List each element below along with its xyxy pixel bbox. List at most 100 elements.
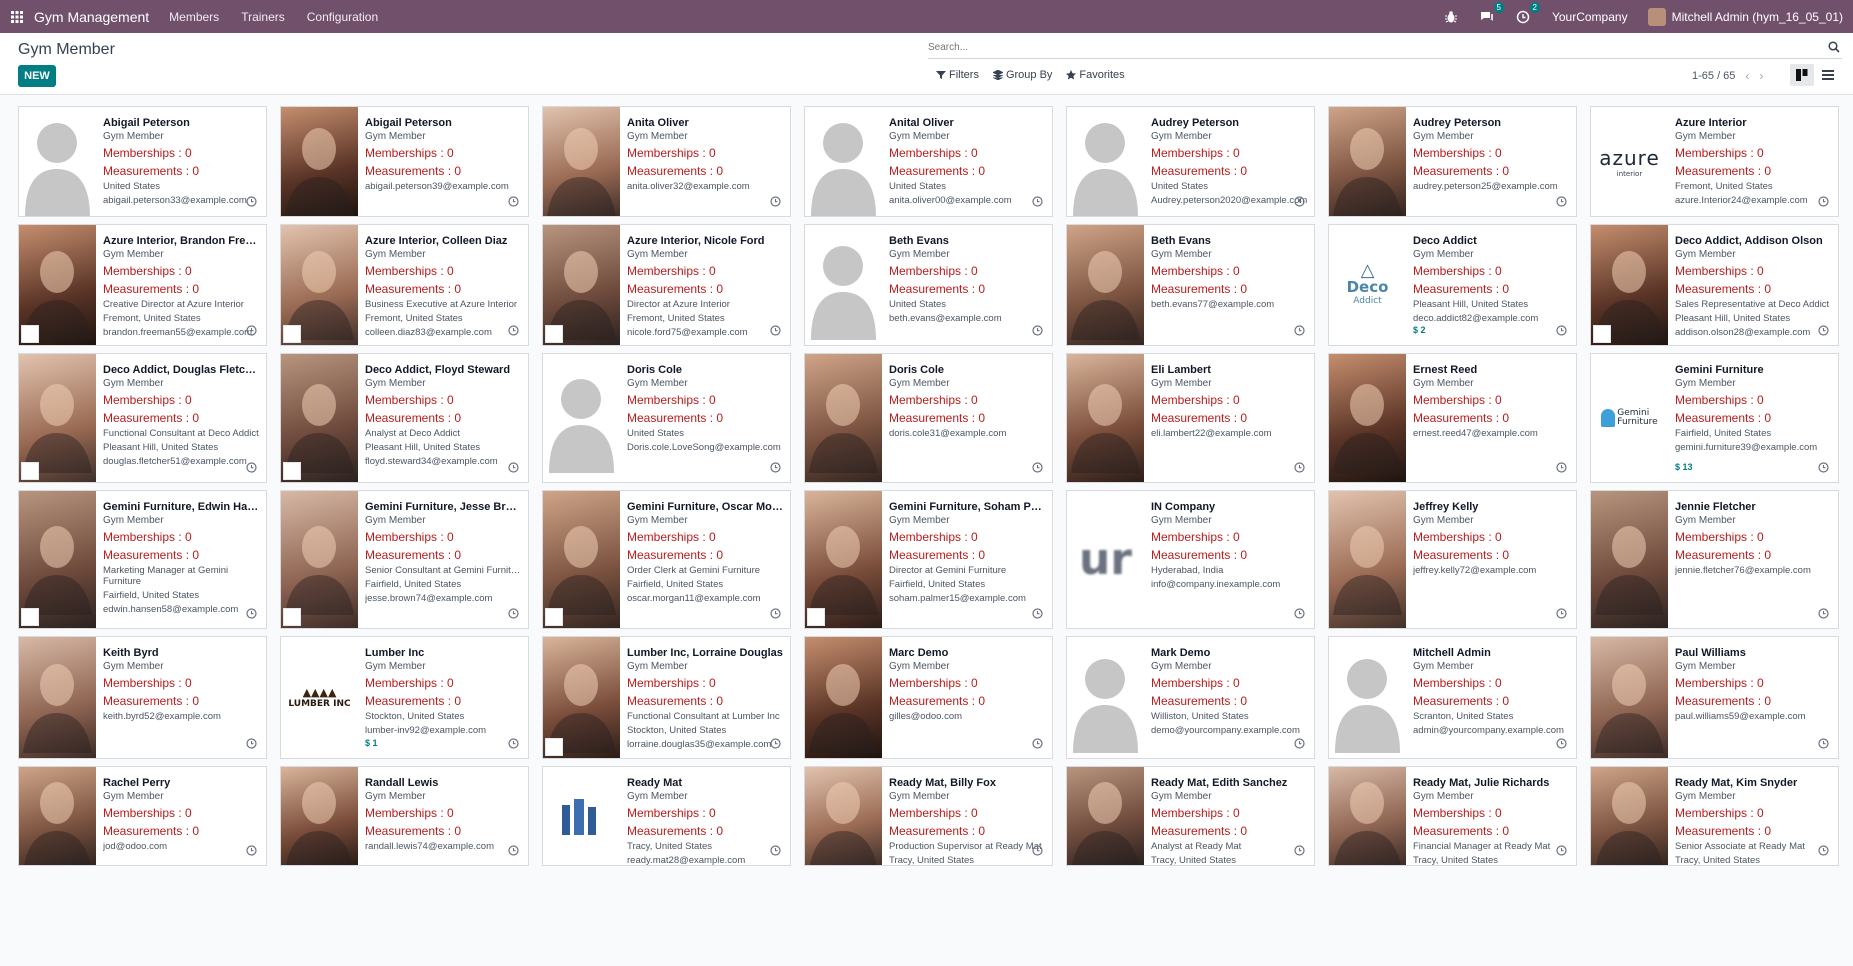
member-card[interactable]: Audrey Peterson Gym Member Memberships : 0… bbox=[1328, 106, 1577, 217]
measurements-count[interactable]: Measurements : 0 bbox=[627, 411, 784, 425]
memberships-count[interactable]: Memberships : 0 bbox=[1151, 806, 1308, 820]
memberships-count[interactable]: Memberships : 0 bbox=[627, 146, 784, 160]
member-card[interactable]: Gemini Furniture, Oscar Morgan Gym Member… bbox=[542, 490, 791, 629]
member-card[interactable]: Lumber Inc, Lorraine Douglas Gym Member Me… bbox=[542, 636, 791, 759]
member-card[interactable]: Ernest Reed Gym Member Memberships : 0 Meas… bbox=[1328, 353, 1577, 483]
member-name[interactable]: Doris Cole bbox=[627, 364, 784, 376]
measurements-count[interactable]: Measurements : 0 bbox=[1151, 282, 1308, 296]
measurements-count[interactable]: Measurements : 0 bbox=[889, 411, 1046, 425]
member-card[interactable]: Gemini Furniture Gemini Furniture Gym Membe… bbox=[1590, 353, 1839, 483]
member-name[interactable]: Ready Mat bbox=[627, 777, 784, 789]
memberships-count[interactable]: Memberships : 0 bbox=[103, 264, 260, 278]
measurements-count[interactable]: Measurements : 0 bbox=[1675, 694, 1832, 708]
measurements-count[interactable]: Measurements : 0 bbox=[365, 164, 522, 178]
member-name[interactable]: Beth Evans bbox=[889, 235, 1046, 247]
member-name[interactable]: Ready Mat, Edith Sanchez bbox=[1151, 777, 1308, 789]
member-card[interactable]: Ready Mat, Julie Richards Gym Member Membe… bbox=[1328, 766, 1577, 866]
user-menu[interactable]: Mitchell Admin (hym_16_05_01) bbox=[1672, 10, 1843, 24]
activity-clock-icon[interactable] bbox=[246, 738, 257, 749]
activity-clock-icon[interactable] bbox=[770, 738, 781, 749]
member-card[interactable]: Eli Lambert Gym Member Memberships : 0 Meas… bbox=[1066, 353, 1315, 483]
memberships-count[interactable]: Memberships : 0 bbox=[1675, 676, 1832, 690]
member-name[interactable]: Lumber Inc, Lorraine Douglas bbox=[627, 647, 784, 659]
measurements-count[interactable]: Measurements : 0 bbox=[1151, 411, 1308, 425]
measurements-count[interactable]: Measurements : 0 bbox=[365, 282, 522, 296]
activity-clock-icon[interactable] bbox=[1556, 462, 1567, 473]
activity-clock-icon[interactable] bbox=[1032, 845, 1043, 856]
member-card[interactable]: Gemini Furniture, Jesse Brown Gym Member M… bbox=[280, 490, 529, 629]
memberships-count[interactable]: Memberships : 0 bbox=[103, 806, 260, 820]
member-name[interactable]: Randall Lewis bbox=[365, 777, 522, 789]
menu-trainers[interactable]: Trainers bbox=[241, 10, 285, 24]
member-card[interactable]: ur IN Company Gym Member Memberships : 0 Mea… bbox=[1066, 490, 1315, 629]
measurements-count[interactable]: Measurements : 0 bbox=[365, 824, 522, 838]
member-card[interactable]: Anita Oliver Gym Member Memberships : 0 Mea… bbox=[542, 106, 791, 217]
memberships-count[interactable]: Memberships : 0 bbox=[1675, 530, 1832, 544]
activity-clock-icon[interactable] bbox=[1032, 462, 1043, 473]
activity-clock-icon[interactable] bbox=[508, 325, 519, 336]
memberships-count[interactable]: Memberships : 0 bbox=[1413, 530, 1570, 544]
new-button[interactable]: NEW bbox=[18, 65, 56, 87]
activity-clock-icon[interactable] bbox=[1294, 845, 1305, 856]
member-name[interactable]: Paul Williams bbox=[1675, 647, 1832, 659]
member-name[interactable]: Audrey Peterson bbox=[1151, 117, 1308, 129]
groupby-button[interactable]: Group By bbox=[992, 69, 1052, 81]
company-switcher[interactable]: YourCompany bbox=[1552, 10, 1628, 24]
memberships-count[interactable]: Memberships : 0 bbox=[1151, 146, 1308, 160]
member-name[interactable]: Beth Evans bbox=[1151, 235, 1308, 247]
memberships-count[interactable]: Memberships : 0 bbox=[889, 393, 1046, 407]
measurements-count[interactable]: Measurements : 0 bbox=[1675, 824, 1832, 838]
search-icon[interactable] bbox=[1828, 41, 1840, 56]
user-avatar[interactable] bbox=[1647, 7, 1666, 26]
memberships-count[interactable]: Memberships : 0 bbox=[627, 530, 784, 544]
pager-value[interactable]: 1-65 / 65 bbox=[1692, 70, 1735, 82]
member-card[interactable]: Ready Mat, Billy Fox Gym Member Membership… bbox=[804, 766, 1053, 866]
member-card[interactable]: Doris Cole Gym Member Memberships : 0 Measu… bbox=[542, 353, 791, 483]
member-name[interactable]: Anita Oliver bbox=[627, 117, 784, 129]
activity-clock-icon[interactable] bbox=[770, 462, 781, 473]
menu-configuration[interactable]: Configuration bbox=[307, 10, 378, 24]
activity-clock-icon[interactable] bbox=[1818, 196, 1829, 207]
member-name[interactable]: Ernest Reed bbox=[1413, 364, 1570, 376]
activity-clock-icon[interactable] bbox=[508, 608, 519, 619]
measurements-count[interactable]: Measurements : 0 bbox=[889, 694, 1046, 708]
filters-button[interactable]: Filters bbox=[936, 69, 979, 81]
menu-members[interactable]: Members bbox=[169, 10, 219, 24]
memberships-count[interactable]: Memberships : 0 bbox=[1151, 530, 1308, 544]
measurements-count[interactable]: Measurements : 0 bbox=[103, 548, 260, 562]
member-card[interactable]: Abigail Peterson Gym Member Memberships : … bbox=[18, 106, 267, 217]
activities-icon[interactable]: 2 bbox=[1516, 1, 1540, 24]
member-card[interactable]: Ready Mat Gym Member Memberships : 0 Measur… bbox=[542, 766, 791, 866]
measurements-count[interactable]: Measurements : 0 bbox=[1413, 411, 1570, 425]
member-name[interactable]: Gemini Furniture, Jesse Brown bbox=[365, 501, 522, 513]
member-card[interactable]: Anital Oliver Gym Member Memberships : 0 Me… bbox=[804, 106, 1053, 217]
member-card[interactable]: Azure Interior, Brandon Freeman Gym Membe… bbox=[18, 224, 267, 346]
activity-clock-icon[interactable] bbox=[1294, 462, 1305, 473]
member-card[interactable]: Ready Mat, Kim Snyder Gym Member Membershi… bbox=[1590, 766, 1839, 866]
measurements-count[interactable]: Measurements : 0 bbox=[1413, 548, 1570, 562]
list-view-button[interactable] bbox=[1816, 64, 1840, 86]
memberships-count[interactable]: Memberships : 0 bbox=[627, 393, 784, 407]
member-name[interactable]: Deco Addict, Douglas Fletcher bbox=[103, 364, 260, 376]
memberships-count[interactable]: Memberships : 0 bbox=[365, 264, 522, 278]
member-name[interactable]: Mitchell Admin bbox=[1413, 647, 1570, 659]
member-name[interactable]: Deco Addict, Addison Olson bbox=[1675, 235, 1832, 247]
activity-clock-icon[interactable] bbox=[1294, 325, 1305, 336]
measurements-count[interactable]: Measurements : 0 bbox=[103, 164, 260, 178]
member-card[interactable]: Doris Cole Gym Member Memberships : 0 Measu… bbox=[804, 353, 1053, 483]
measurements-count[interactable]: Measurements : 0 bbox=[1151, 694, 1308, 708]
messages-icon[interactable]: 5 bbox=[1480, 1, 1504, 24]
memberships-count[interactable]: Memberships : 0 bbox=[1413, 806, 1570, 820]
member-name[interactable]: Doris Cole bbox=[889, 364, 1046, 376]
member-name[interactable]: Deco Addict, Floyd Steward bbox=[365, 364, 522, 376]
activity-clock-icon[interactable] bbox=[1556, 608, 1567, 619]
member-card[interactable]: Keith Byrd Gym Member Memberships : 0 Measu… bbox=[18, 636, 267, 759]
memberships-count[interactable]: Memberships : 0 bbox=[1151, 264, 1308, 278]
memberships-count[interactable]: Memberships : 0 bbox=[365, 806, 522, 820]
measurements-count[interactable]: Measurements : 0 bbox=[627, 694, 784, 708]
activity-clock-icon[interactable] bbox=[770, 608, 781, 619]
activity-clock-icon[interactable] bbox=[1818, 608, 1829, 619]
measurements-count[interactable]: Measurements : 0 bbox=[1413, 824, 1570, 838]
member-name[interactable]: Abigail Peterson bbox=[103, 117, 260, 129]
memberships-count[interactable]: Memberships : 0 bbox=[365, 393, 522, 407]
